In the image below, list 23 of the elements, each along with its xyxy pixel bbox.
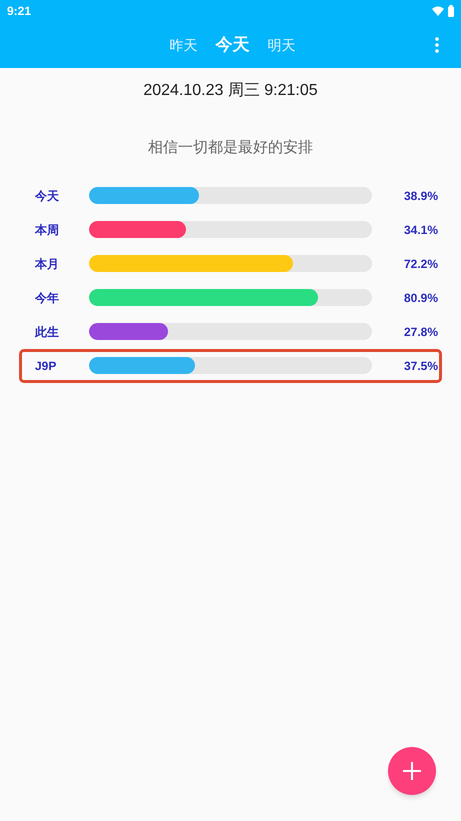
progress-percent: 80.9% [402, 290, 439, 306]
progress-label: 今年 [34, 290, 60, 306]
progress-percent: 72.2% [402, 256, 439, 272]
progress-label: 今天 [34, 188, 60, 204]
day-tab[interactable]: 明天 [268, 34, 296, 56]
status-time: 9:21 [7, 3, 32, 20]
progress-percent: 38.9% [402, 188, 439, 204]
progress-label: 此生 [34, 324, 60, 340]
progress-percent: 27.8% [402, 324, 439, 340]
progress-label: 本周 [34, 222, 60, 238]
progress-percent: 37.5% [402, 358, 439, 374]
day-tab[interactable]: 今天 [216, 32, 250, 58]
add-button[interactable] [388, 747, 436, 795]
wifi-icon [432, 6, 444, 16]
progress-label: J9P [34, 358, 58, 374]
progress-percent: 34.1% [402, 222, 439, 238]
day-tab[interactable]: 昨天 [170, 34, 198, 56]
more-icon[interactable] [435, 37, 439, 53]
progress-label: 本月 [34, 256, 60, 272]
battery-icon [448, 5, 454, 17]
motto: 相信一切都是最好的安排 [147, 138, 314, 158]
date-time: 2024.10.23 周三 9:21:05 [142, 81, 319, 101]
plus-icon [403, 762, 421, 780]
